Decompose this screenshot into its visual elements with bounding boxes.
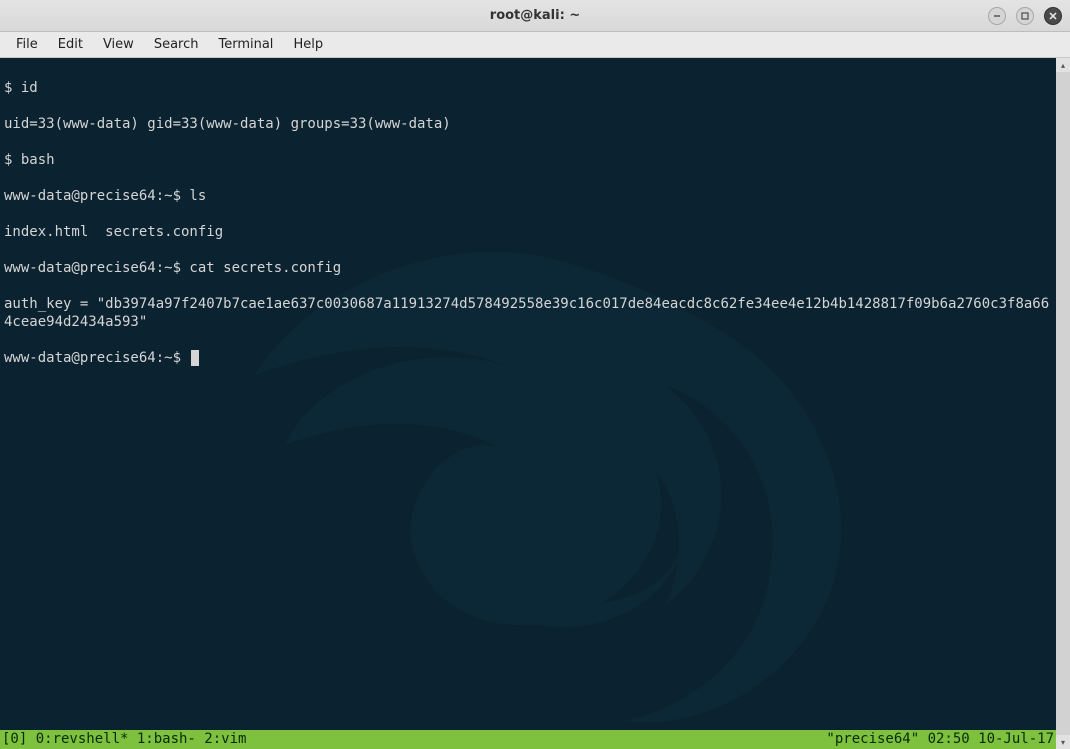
maximize-icon [1020, 11, 1030, 21]
menu-search[interactable]: Search [144, 34, 209, 55]
term-line: www-data@precise64:~$ cat secrets.config [4, 259, 1052, 277]
menu-terminal[interactable]: Terminal [208, 34, 283, 55]
close-icon [1048, 11, 1058, 21]
menu-edit[interactable]: Edit [48, 34, 93, 55]
menu-view[interactable]: View [93, 34, 144, 55]
titlebar-buttons-group [988, 7, 1062, 25]
term-prompt-line: www-data@precise64:~$ [4, 349, 1052, 367]
tmux-status-left: [0] 0:revshell* 1:bash- 2:vim [2, 730, 246, 749]
minimize-icon [992, 11, 1002, 21]
minimize-button[interactable] [988, 7, 1006, 25]
term-line: uid=33(www-data) gid=33(www-data) groups… [4, 115, 1052, 133]
term-line: auth_key = "db3974a97f2407b7cae1ae637c00… [4, 295, 1052, 331]
terminal-output[interactable]: $ id uid=33(www-data) gid=33(www-data) g… [0, 58, 1056, 749]
cursor-icon [191, 350, 199, 366]
scrollbar[interactable]: ▴ ▾ [1056, 58, 1070, 749]
window-titlebar: root@kali: ~ [0, 0, 1070, 32]
menu-help[interactable]: Help [283, 34, 333, 55]
terminal-window: root@kali: ~ File Edit View Search Termi… [0, 0, 1070, 749]
scroll-down-button[interactable]: ▾ [1056, 735, 1070, 749]
menubar: File Edit View Search Terminal Help [0, 32, 1070, 58]
term-line: $ bash [4, 151, 1052, 169]
scroll-up-button[interactable]: ▴ [1056, 58, 1070, 72]
maximize-button[interactable] [1016, 7, 1034, 25]
window-title: root@kali: ~ [490, 8, 580, 23]
menu-file[interactable]: File [6, 34, 48, 55]
term-line: index.html secrets.config [4, 223, 1052, 241]
tmux-statusbar: [0] 0:revshell* 1:bash- 2:vim "precise64… [0, 730, 1056, 749]
close-button[interactable] [1044, 7, 1062, 25]
terminal-area[interactable]: $ id uid=33(www-data) gid=33(www-data) g… [0, 58, 1070, 749]
tmux-status-right: "precise64" 02:50 10-Jul-17 [826, 730, 1054, 749]
term-line: www-data@precise64:~$ ls [4, 187, 1052, 205]
term-line: $ id [4, 79, 1052, 97]
